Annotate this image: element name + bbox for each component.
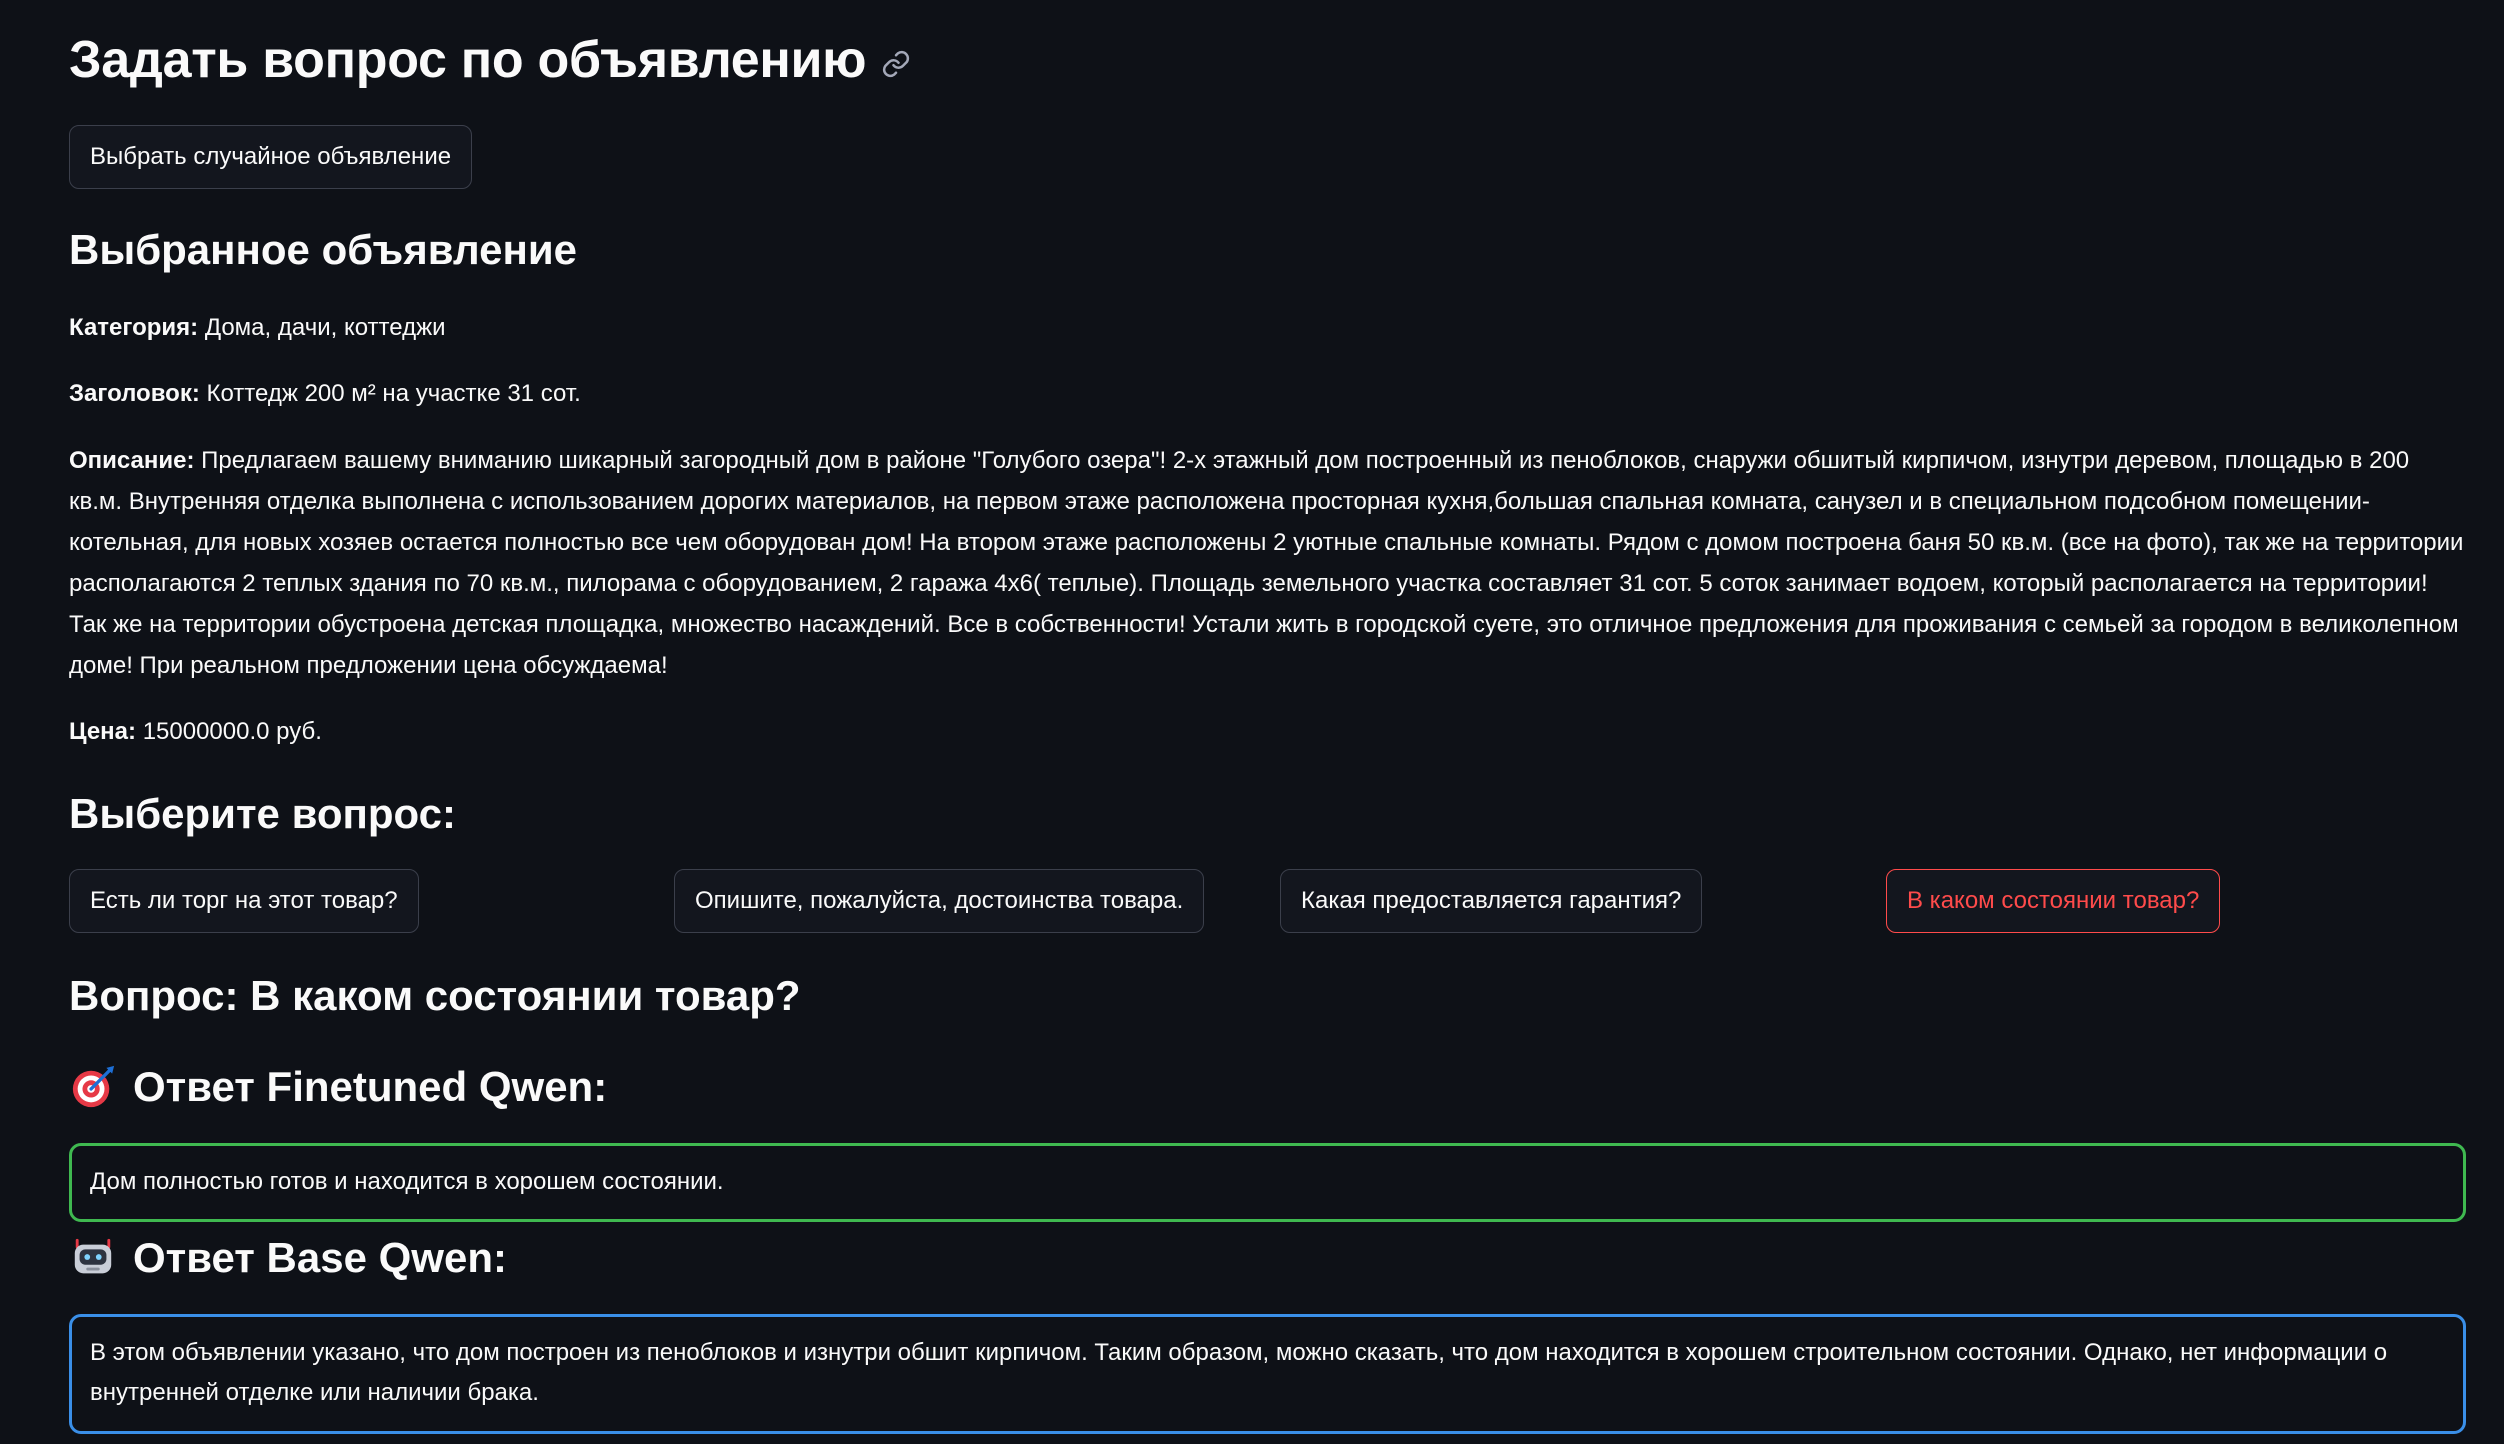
category-value: Дома, дачи, коттеджи xyxy=(204,314,446,341)
category-label: Категория: xyxy=(69,314,199,341)
price-field: Цена: 15000000.0 руб. xyxy=(69,711,2466,752)
page-title-text: Задать вопрос по объявлению xyxy=(69,31,867,89)
base-answer-box: В этом объявлении указано, что дом постр… xyxy=(69,1314,2466,1434)
category-field: Категория: Дома, дачи, коттеджи xyxy=(69,307,2466,348)
heading-value: Коттедж 200 м² на участке 31 сот. xyxy=(206,380,581,407)
description-label: Описание: xyxy=(69,447,195,474)
description-field: Описание: Предлагаем вашему вниманию шик… xyxy=(69,440,2466,686)
page-title: Задать вопрос по объявлению xyxy=(69,30,912,90)
finetuned-answer-heading-text: Ответ Finetuned Qwen: xyxy=(133,1063,608,1110)
selected-question-heading: Вопрос: В каком состоянии товар? xyxy=(69,972,801,1019)
random-listing-button[interactable]: Выбрать случайное объявление xyxy=(69,125,473,189)
finetuned-answer-text: Дом полностью готов и находится в хороше… xyxy=(90,1168,724,1195)
target-icon xyxy=(69,1063,117,1111)
finetuned-answer-box: Дом полностью готов и находится в хороше… xyxy=(69,1143,2466,1222)
question-section-title: Выберите вопрос: xyxy=(69,790,456,837)
base-answer-heading: Ответ Base Qwen: xyxy=(69,1234,507,1282)
app-page: Задать вопрос по объявлению Выбрать случ… xyxy=(0,0,2504,1444)
robot-icon xyxy=(69,1234,117,1282)
heading-label: Заголовок: xyxy=(69,380,200,407)
listing-section-title: Выбранное объявление xyxy=(69,226,578,273)
question-button-warranty[interactable]: Какая предоставляется гарантия? xyxy=(1280,869,1703,933)
question-button-condition[interactable]: В каком состоянии товар? xyxy=(1886,869,2221,933)
base-answer-heading-text: Ответ Base Qwen: xyxy=(133,1234,507,1281)
finetuned-answer-heading: Ответ Finetuned Qwen: xyxy=(69,1063,607,1111)
link-icon[interactable] xyxy=(880,48,912,80)
price-label: Цена: xyxy=(69,718,137,745)
price-value: 15000000.0 руб. xyxy=(142,718,322,745)
question-button-bargain[interactable]: Есть ли торг на этот товар? xyxy=(69,869,419,933)
heading-field: Заголовок: Коттедж 200 м² на участке 31 … xyxy=(69,373,2466,414)
base-answer-text: В этом объявлении указано, что дом постр… xyxy=(90,1339,2388,1406)
description-value: Предлагаем вашему вниманию шикарный заго… xyxy=(69,447,2464,679)
question-button-advantages[interactable]: Опишите, пожалуйста, достоинства товара. xyxy=(674,869,1205,933)
